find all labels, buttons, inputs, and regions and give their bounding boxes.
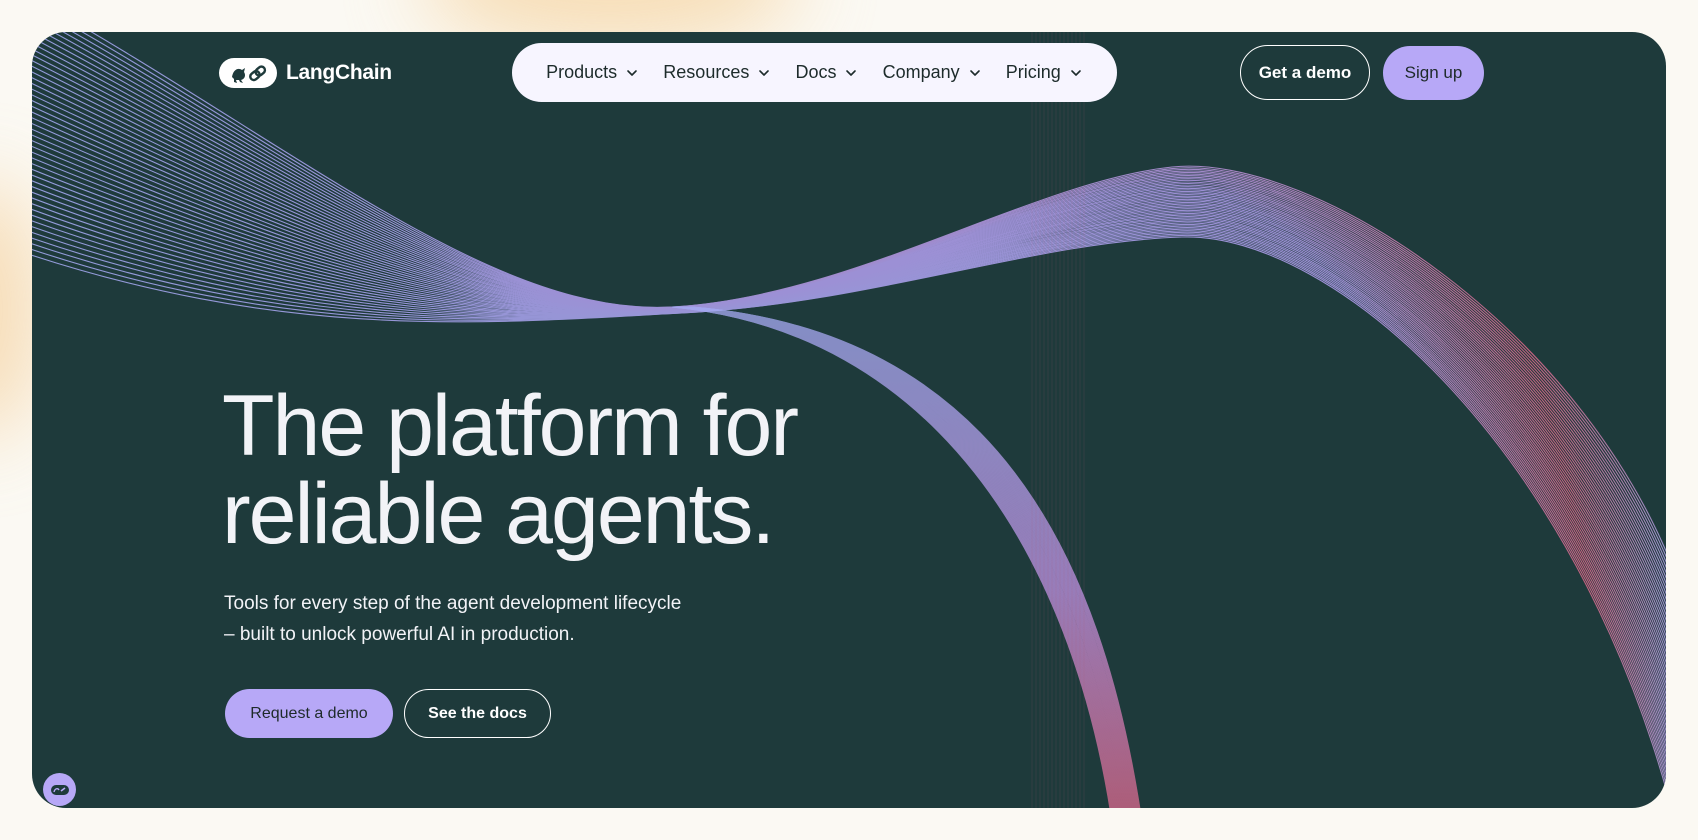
nav-item-docs[interactable]: Docs — [795, 62, 858, 83]
sign-up-button[interactable]: Sign up — [1383, 46, 1484, 100]
hero-subtitle-line: – built to unlock powerful AI in product… — [224, 624, 575, 645]
nav-item-label: Pricing — [1005, 62, 1061, 82]
chevron-down-icon — [969, 69, 980, 76]
nav-item-label: Company — [882, 62, 960, 82]
parrot-chain-logo-icon — [219, 58, 277, 88]
hero-subtitle-line: Tools for every step of the agent develo… — [224, 593, 682, 614]
chat-widget-button[interactable] — [43, 773, 76, 806]
nav-item-products[interactable]: Products — [546, 62, 639, 83]
brand-logo[interactable]: LangChain — [219, 58, 392, 88]
nav-item-company[interactable]: Company — [883, 62, 982, 83]
request-demo-button[interactable]: Request a demo — [225, 689, 393, 738]
chevron-down-icon — [759, 69, 770, 76]
chevron-down-icon — [846, 69, 857, 76]
hero-headline-line: The platform for — [222, 378, 799, 474]
chevron-down-icon — [627, 69, 637, 76]
see-docs-button[interactable]: See the docs — [404, 689, 551, 738]
hero-headline: The platform for reliable agents. — [222, 378, 799, 562]
brand-name: LangChain — [286, 61, 392, 84]
chevron-down-icon — [1071, 69, 1081, 76]
nav-item-label: Resources — [663, 62, 750, 82]
wave-line — [32, 77, 1666, 628]
hero-section: LangChain Products Resources Docs Compan… — [32, 32, 1666, 808]
hero-headline-line: reliable agents. — [222, 466, 775, 562]
hero-subtitle: Tools for every step of the agent develo… — [224, 588, 681, 650]
chat-logo-icon — [50, 784, 69, 795]
nav-item-pricing[interactable]: Pricing — [1006, 62, 1083, 83]
get-demo-button[interactable]: Get a demo — [1240, 45, 1370, 100]
nav-item-resources[interactable]: Resources — [663, 62, 771, 83]
nav-item-label: Docs — [795, 62, 837, 82]
nav-item-label: Products — [546, 62, 618, 82]
main-nav: Products Resources Docs Company Pricing — [512, 43, 1117, 102]
